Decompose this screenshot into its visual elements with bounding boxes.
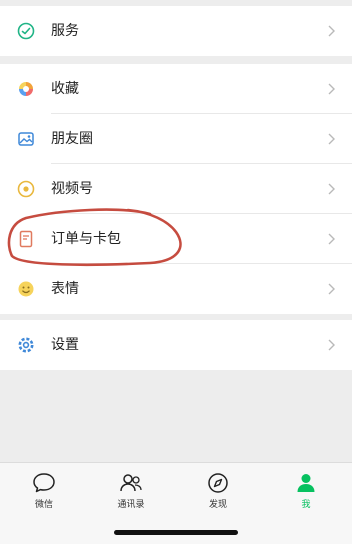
favorites-icon	[19, 82, 33, 96]
home-indicator[interactable]	[114, 530, 238, 535]
tab-label: 我	[301, 500, 311, 510]
me-icon	[297, 474, 315, 492]
chevron-right-icon	[328, 339, 335, 351]
menu-item-moments[interactable]: 朋友圈	[0, 114, 352, 164]
menu-item-label: 设置	[51, 337, 79, 353]
menu-item-label: 服务	[51, 23, 79, 39]
menu-group-services: 服务	[0, 6, 352, 56]
settings-icon	[18, 337, 34, 353]
chevron-right-icon	[328, 183, 335, 195]
menu-item-label: 视频号	[51, 181, 93, 197]
menu-item-stickers[interactable]: 表情	[0, 264, 352, 314]
stickers-icon	[18, 281, 34, 297]
menu-item-label: 订单与卡包	[51, 231, 121, 247]
tab-label: 微信	[34, 500, 53, 510]
chevron-right-icon	[328, 25, 335, 37]
tab-discover[interactable]: 发现	[188, 471, 248, 521]
menu-item-label: 朋友圈	[51, 131, 93, 147]
tab-label: 通讯录	[117, 500, 145, 510]
contacts-icon	[120, 474, 142, 492]
menu-item-settings[interactable]: 设置	[0, 320, 352, 370]
menu-item-label: 表情	[51, 281, 79, 297]
discover-icon	[208, 473, 228, 493]
chats-icon	[33, 473, 55, 493]
me-screen: 服务 收藏 朋友圈 视频号 订单与卡包 表情 设置 微信 通讯录 发现 我	[0, 0, 352, 544]
tab-contacts[interactable]: 通讯录	[101, 471, 161, 521]
moments-icon	[18, 132, 34, 146]
menu-item-label: 收藏	[51, 81, 79, 97]
menu-item-service[interactable]: 服务	[0, 6, 352, 56]
chevron-right-icon	[328, 233, 335, 245]
tab-label: 发现	[208, 500, 227, 510]
chevron-right-icon	[328, 133, 335, 145]
service-icon	[17, 22, 35, 40]
tab-me[interactable]: 我	[276, 471, 336, 521]
menu-item-favorites[interactable]: 收藏	[0, 64, 352, 114]
chevron-right-icon	[328, 283, 335, 295]
tab-chats[interactable]: 微信	[14, 471, 74, 521]
menu-item-channels[interactable]: 视频号	[0, 164, 352, 214]
menu-item-orders-cards[interactable]: 订单与卡包	[0, 214, 352, 264]
menu-group-settings: 设置	[0, 320, 352, 370]
chevron-right-icon	[328, 83, 335, 95]
menu-group-main: 收藏 朋友圈 视频号 订单与卡包 表情	[0, 64, 352, 314]
orders-cards-icon	[19, 230, 33, 248]
channels-icon	[17, 180, 35, 198]
